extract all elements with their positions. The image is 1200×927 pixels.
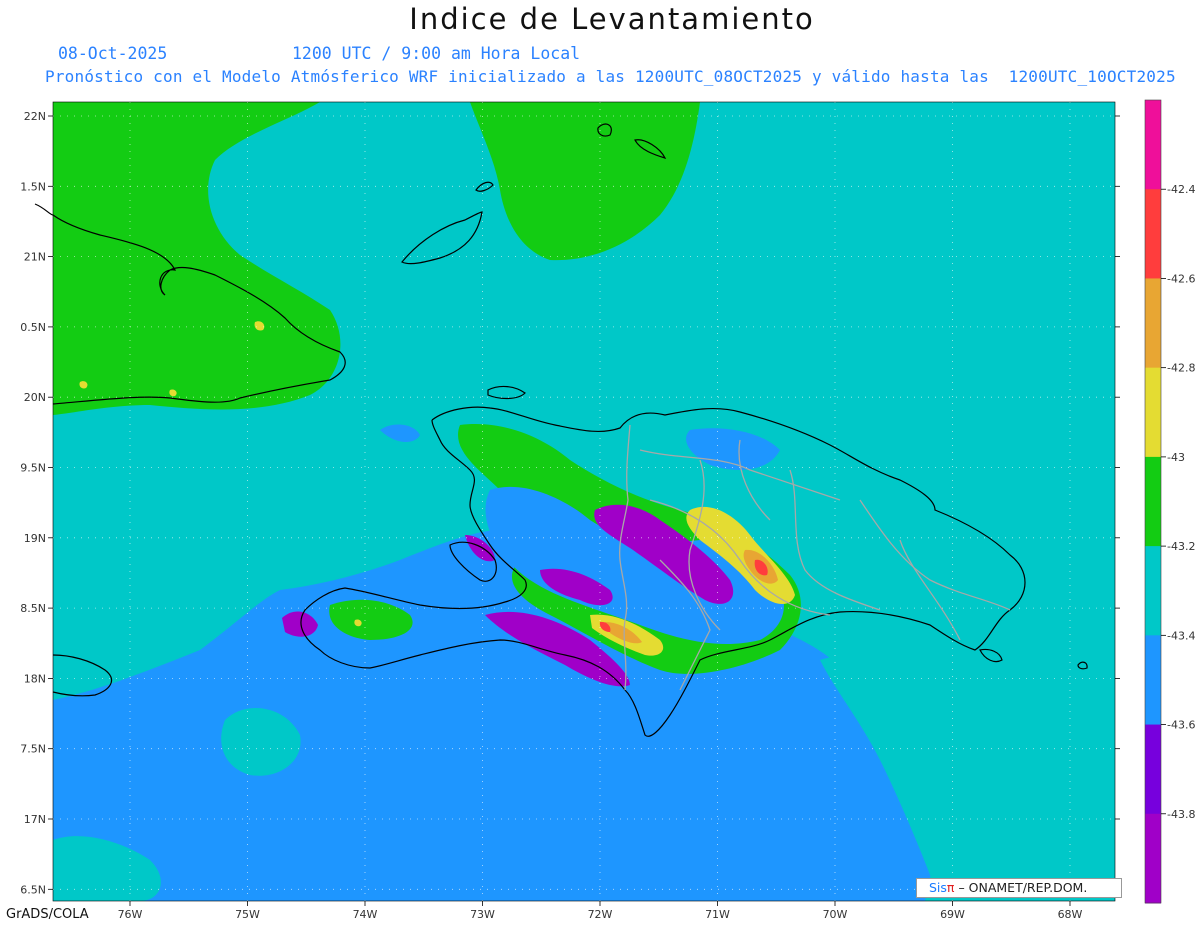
lon-label: 75W <box>235 908 260 921</box>
colorbar-label: -43 <box>1167 451 1185 464</box>
field-layer <box>53 102 1115 901</box>
colorbar: -42.4 -42.6 -42.8 -43 -43.2 -43.4 -43.6 -43.8 <box>1144 99 1195 904</box>
lat-label: 18N <box>24 672 46 685</box>
lat-label: 21N <box>24 251 46 264</box>
lat-label: 8.5N <box>20 602 46 615</box>
colorbar-swatch <box>1145 367 1161 458</box>
colorbar-label: -43.2 <box>1167 540 1195 553</box>
lat-label: 7.5N <box>20 743 46 756</box>
colorbar-swatch <box>1145 189 1161 279</box>
lon-label: 68W <box>1058 908 1083 921</box>
lon-label: 74W <box>353 908 378 921</box>
colorbar-label: -42.6 <box>1167 272 1195 285</box>
colorbar-label: -43.8 <box>1167 808 1195 821</box>
lat-label: 22N <box>24 110 46 123</box>
colorbar-swatch <box>1145 456 1161 547</box>
credit-label: GrADS/COLA <box>6 907 89 922</box>
coast-cuba-west <box>34 203 54 216</box>
lat-label: 20N <box>24 391 46 404</box>
colorbar-label: -42.4 <box>1167 183 1195 196</box>
lat-label: 9.5N <box>20 462 46 475</box>
colorbar-swatch <box>1145 635 1161 726</box>
lon-label: 70W <box>823 908 848 921</box>
logo-pi: π <box>946 880 955 895</box>
colorbar-label: -43.6 <box>1167 719 1195 732</box>
colorbar-swatch <box>1145 278 1161 369</box>
lon-label: 71W <box>705 908 730 921</box>
colorbar-label: -43.4 <box>1167 629 1195 642</box>
lat-label: 6.5N <box>20 883 46 896</box>
lon-label: 72W <box>588 908 613 921</box>
colorbar-swatch <box>1145 724 1161 815</box>
lat-label: 1.5N <box>20 180 46 193</box>
onamet-logo-box: Sisπ – ONAMET/REP.DOM. <box>916 878 1122 898</box>
logo-text: – ONAMET/REP.DOM. <box>958 880 1088 895</box>
longitude-axis: 76W 75W 74W 73W 72W 71W 70W 69W 68W <box>118 901 1083 921</box>
colorbar-label: -42.8 <box>1167 362 1195 375</box>
lon-label: 73W <box>470 908 495 921</box>
lon-label: 69W <box>940 908 965 921</box>
lat-label: 17N <box>24 813 46 826</box>
lat-label: 19N <box>24 532 46 545</box>
colorbar-swatch <box>1145 813 1161 904</box>
logo-sis: Sis <box>929 880 947 895</box>
colorbar-swatch <box>1145 100 1161 190</box>
lon-label: 76W <box>118 908 143 921</box>
lat-label: 0.5N <box>20 321 46 334</box>
lifted-index-map: 22N 1.5N 21N 0.5N 20N 9.5N 19N 8.5N 18N 7.5N 17N 6.… <box>20 99 1195 921</box>
colorbar-swatch <box>1145 546 1161 636</box>
